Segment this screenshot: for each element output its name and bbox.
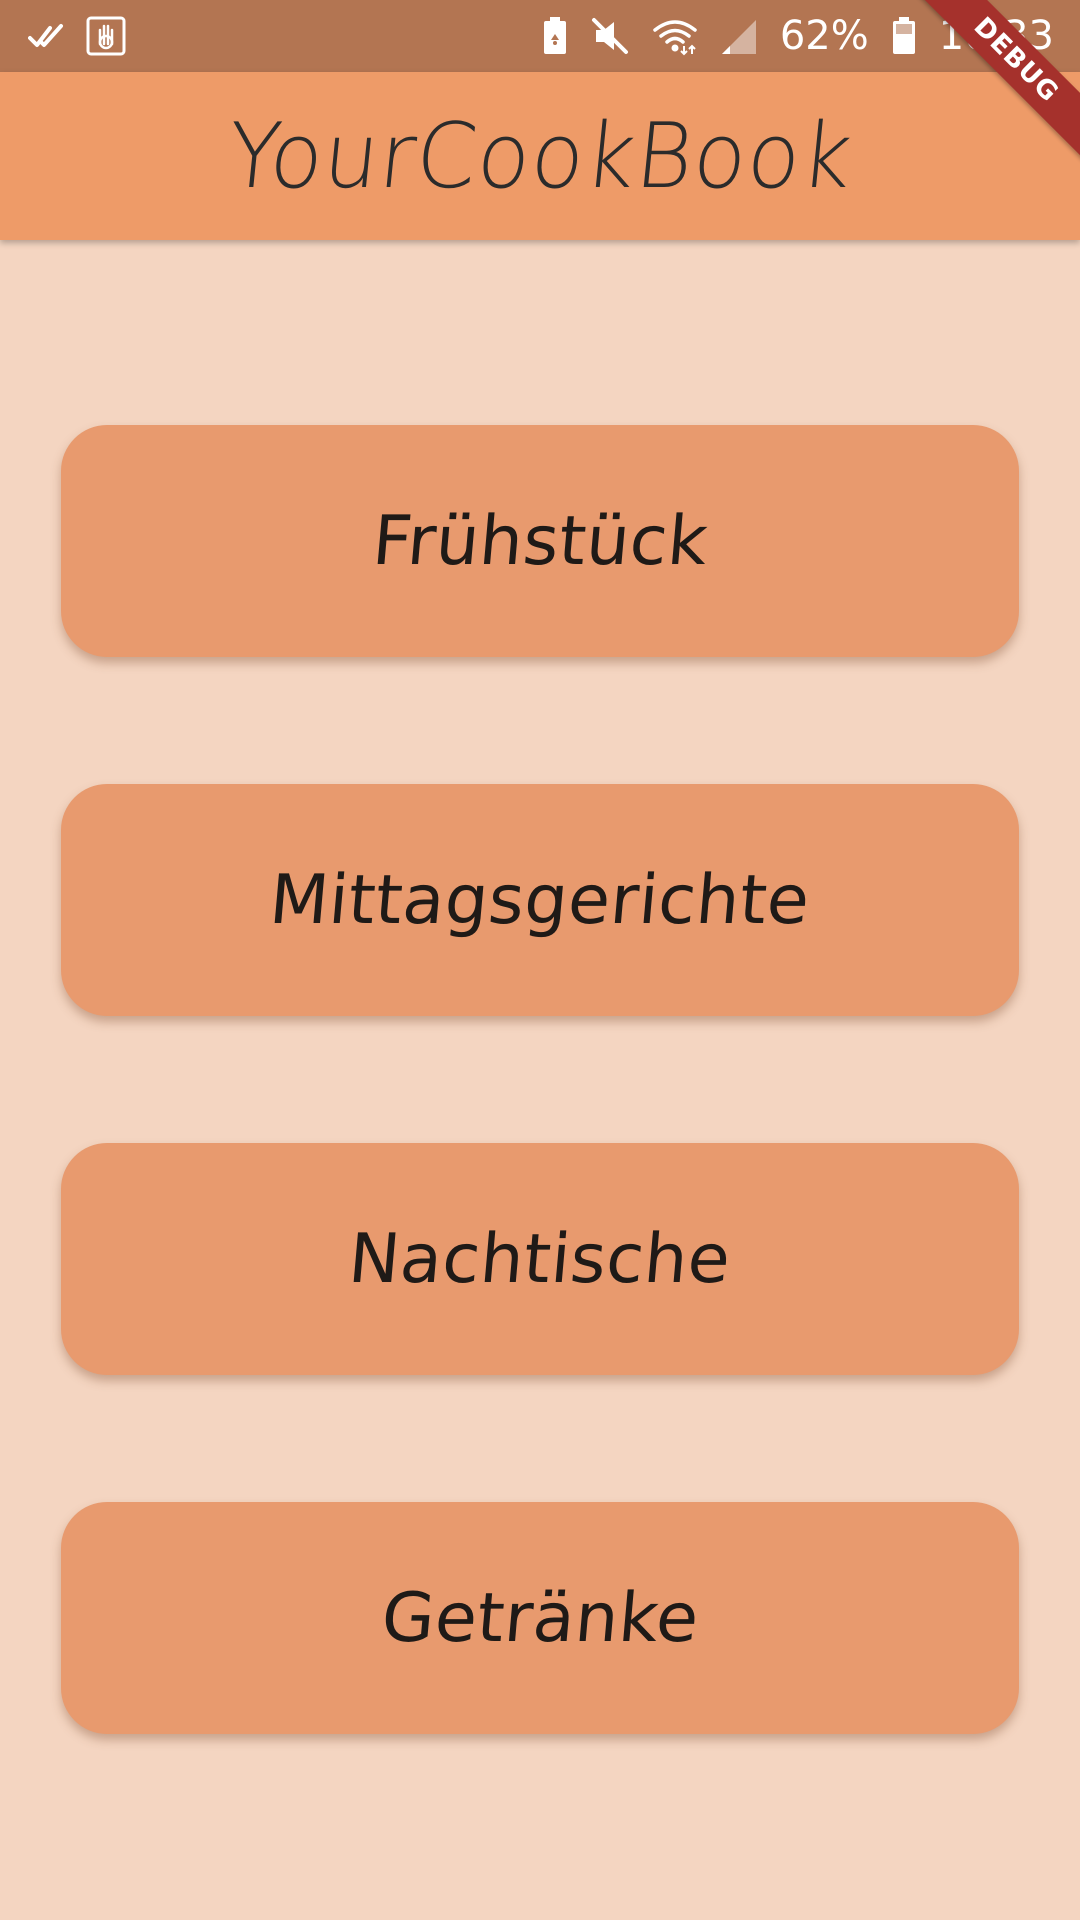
category-label: Nachtische — [345, 1219, 735, 1299]
category-button-drinks[interactable]: Getränke — [61, 1502, 1019, 1734]
category-label: Getränke — [378, 1578, 702, 1658]
category-button-desserts[interactable]: Nachtische — [61, 1143, 1019, 1375]
category-label: Frühstück — [369, 501, 711, 581]
app-title: YourCookBook — [222, 103, 858, 209]
category-label: Mittagsgerichte — [266, 860, 814, 940]
category-button-breakfast[interactable]: Frühstück — [61, 425, 1019, 657]
category-button-lunch[interactable]: Mittagsgerichte — [61, 784, 1019, 1016]
category-list: Frühstück Mittagsgerichte Nachtische Get… — [0, 0, 1080, 1920]
app-bar: YourCookBook — [0, 72, 1080, 240]
